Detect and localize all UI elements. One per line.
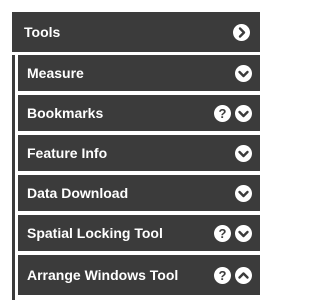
item-icons: ? xyxy=(214,224,252,242)
item-icons xyxy=(235,64,252,82)
item-icons: ? xyxy=(214,266,252,284)
accordion-item-measure[interactable]: Measure xyxy=(18,55,260,91)
accordion-item-label: Bookmarks xyxy=(27,105,104,121)
tools-panel: Tools Measure Bookmarks ? Feature Info D… xyxy=(12,12,260,300)
chevron-down-icon[interactable] xyxy=(235,104,252,122)
item-icons: ? xyxy=(214,104,252,122)
accordion-item-spatial-locking-tool[interactable]: Spatial Locking Tool ? xyxy=(18,215,260,251)
accordion-item-arrange-windows-tool[interactable]: Arrange Windows Tool ? xyxy=(18,255,260,295)
help-icon[interactable]: ? xyxy=(214,224,231,242)
chevron-up-icon[interactable] xyxy=(235,266,252,284)
help-glyph: ? xyxy=(218,268,227,283)
tools-header[interactable]: Tools xyxy=(12,12,260,52)
accordion-item-label: Arrange Windows Tool xyxy=(27,267,179,283)
item-icons xyxy=(235,184,252,202)
help-glyph: ? xyxy=(218,106,227,121)
accordion-item-label: Measure xyxy=(27,65,84,81)
tools-accordion: Measure Bookmarks ? Feature Info Data Do… xyxy=(12,55,260,300)
chevron-down-icon[interactable] xyxy=(235,224,252,242)
chevron-right-circle-icon[interactable] xyxy=(233,23,250,41)
chevron-down-icon[interactable] xyxy=(235,144,252,162)
accordion-item-data-download[interactable]: Data Download xyxy=(18,175,260,211)
help-glyph: ? xyxy=(218,226,227,241)
help-icon[interactable]: ? xyxy=(214,266,231,284)
tools-header-label: Tools xyxy=(24,24,61,40)
accordion-item-label: Data Download xyxy=(27,185,129,201)
accordion-item-label: Spatial Locking Tool xyxy=(27,225,163,241)
help-icon[interactable]: ? xyxy=(214,104,231,122)
chevron-down-icon[interactable] xyxy=(235,184,252,202)
accordion-item-bookmarks[interactable]: Bookmarks ? xyxy=(18,95,260,131)
accordion-item-feature-info[interactable]: Feature Info xyxy=(18,135,260,171)
item-icons xyxy=(235,144,252,162)
accordion-item-label: Feature Info xyxy=(27,145,108,161)
chevron-down-icon[interactable] xyxy=(235,64,252,82)
